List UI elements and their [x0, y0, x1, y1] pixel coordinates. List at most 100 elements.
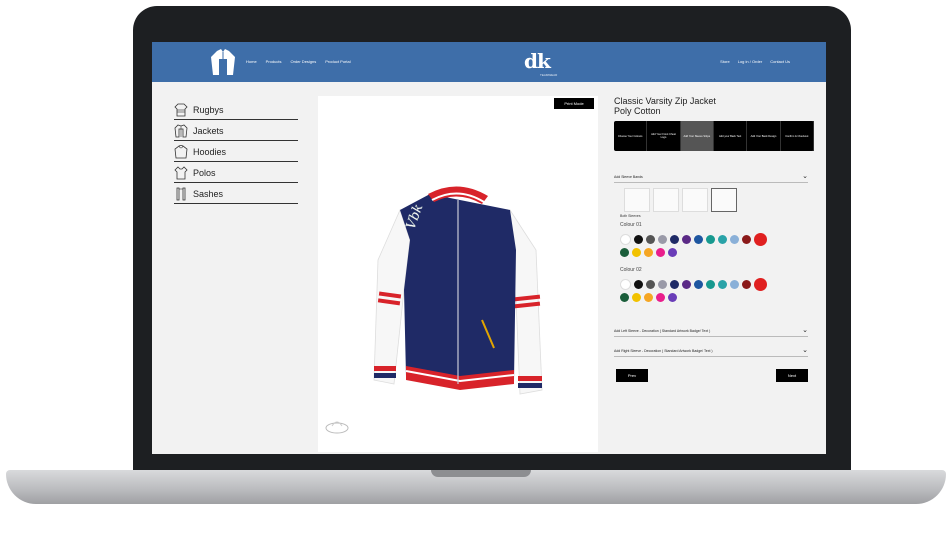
sidebar-item-hoodies[interactable]: Hoodies: [174, 142, 298, 162]
colour-swatch[interactable]: [656, 293, 665, 302]
sidebar-item-label: Jackets: [193, 125, 224, 136]
colour-02-swatches-row2: [620, 293, 677, 302]
colour-swatch[interactable]: [670, 235, 679, 244]
jacket-icon: [174, 124, 188, 137]
colour-02-label: Colour 02: [620, 267, 642, 273]
colour-swatch[interactable]: [730, 280, 739, 289]
sleeve-bands-label: Add Sleeve Bands: [614, 175, 643, 179]
chevron-down-icon: ⌄: [802, 327, 808, 334]
jacket-preview-image[interactable]: Vbk: [370, 170, 550, 410]
brand-subtitle: TEAMWEAR: [540, 73, 558, 77]
sidebar-item-sashes[interactable]: Sashes: [174, 184, 298, 204]
sidebar-item-label: Rugbys: [193, 104, 224, 115]
stripe-option[interactable]: [682, 188, 708, 212]
colour-02-swatches-row1: [620, 278, 767, 291]
colour-swatch[interactable]: [658, 235, 667, 244]
product-preview-canvas: Print Mode Vbk: [318, 96, 598, 452]
nav-link-login[interactable]: Log in / Order: [738, 59, 762, 64]
sash-icon: [176, 187, 186, 200]
laptop-base: [6, 470, 946, 504]
colour-swatch[interactable]: [656, 248, 665, 257]
sidebar-item-jackets[interactable]: Jackets: [174, 121, 298, 141]
colour-swatch[interactable]: [754, 278, 767, 291]
chevron-down-icon: ⌄: [802, 173, 808, 180]
colour-swatch[interactable]: [718, 235, 727, 244]
nav-link-product-portal[interactable]: Product Portal: [325, 59, 350, 64]
stripe-option[interactable]: [624, 188, 650, 212]
jacket-logo-icon[interactable]: [208, 48, 238, 76]
top-navbar: Home Products Order Designs Product Port…: [152, 42, 826, 82]
colour-swatch[interactable]: [620, 279, 631, 290]
rugby-shirt-icon: [174, 103, 188, 116]
colour-swatch[interactable]: [694, 280, 703, 289]
colour-swatch[interactable]: [620, 234, 631, 245]
tab-choose-colours[interactable]: Choose Your Colours: [614, 121, 648, 151]
colour-swatch[interactable]: [646, 235, 655, 244]
colour-swatch[interactable]: [682, 235, 691, 244]
colour-swatch[interactable]: [632, 293, 641, 302]
nav-right-links: Store Log in / Order Contact Us: [720, 59, 790, 64]
both-sleeves-label: Both Sleeves: [620, 214, 641, 218]
stripe-option[interactable]: [653, 188, 679, 212]
product-title: Classic Varsity Zip Jacket: [614, 96, 716, 106]
stripe-options: [624, 188, 737, 212]
colour-swatch[interactable]: [668, 248, 677, 257]
sidebar-item-label: Hoodies: [193, 146, 227, 157]
hoodie-icon: [174, 144, 188, 158]
sidebar-item-rugbys[interactable]: Rugbys: [174, 100, 298, 120]
colour-swatch[interactable]: [718, 280, 727, 289]
colour-swatch[interactable]: [694, 235, 703, 244]
tab-back-design[interactable]: Add Your Back Design: [747, 121, 781, 151]
app-screen: Home Products Order Designs Product Port…: [152, 42, 826, 454]
tab-back-text[interactable]: Add your Back Text: [714, 121, 748, 151]
colour-swatch[interactable]: [742, 280, 751, 289]
nav-link-order-designs[interactable]: Order Designs: [290, 59, 316, 64]
category-sidebar: Rugbys Jackets Hoodies Polos Sashes: [174, 100, 298, 205]
laptop-notch: [431, 470, 531, 477]
sidebar-item-label: Sashes: [193, 188, 224, 199]
colour-swatch[interactable]: [620, 248, 629, 257]
prev-button[interactable]: Prev: [616, 369, 648, 382]
next-button[interactable]: Next: [776, 369, 808, 382]
tab-sleeve-stripe[interactable]: Add Your Sleeve Stripe: [680, 121, 714, 151]
colour-swatch[interactable]: [620, 293, 629, 302]
nav-link-store[interactable]: Store: [720, 59, 730, 64]
colour-swatch[interactable]: [634, 280, 643, 289]
colour-01-swatches-row2: [620, 248, 677, 257]
colour-swatch[interactable]: [634, 235, 643, 244]
colour-swatch[interactable]: [754, 233, 767, 246]
left-sleeve-dropdown[interactable]: Add Left Sleeve - Decoration ( Standard …: [614, 326, 808, 337]
tab-confirm-checkout[interactable]: Confirm & Checkout: [781, 121, 814, 151]
brand-logo[interactable]: dk: [524, 49, 551, 73]
left-sleeve-label: Add Left Sleeve - Decoration ( Standard …: [614, 329, 711, 333]
sidebar-item-polos[interactable]: Polos: [174, 163, 298, 183]
nav-link-products[interactable]: Products: [266, 59, 282, 64]
colour-swatch[interactable]: [668, 293, 677, 302]
colour-swatch[interactable]: [706, 235, 715, 244]
colour-swatch[interactable]: [632, 248, 641, 257]
colour-swatch[interactable]: [646, 280, 655, 289]
chevron-down-icon: ⌄: [802, 347, 808, 354]
colour-swatch[interactable]: [682, 280, 691, 289]
nav-links: Home Products Order Designs Product Port…: [246, 59, 351, 64]
rotate-view-icon[interactable]: [324, 416, 350, 436]
customizer-steps: Choose Your Colours Add Your Front Chest…: [614, 121, 814, 151]
sleeve-bands-dropdown[interactable]: Add Sleeve Bands ⌄: [614, 172, 808, 183]
right-sleeve-label: Add Right Sleeve - Decoration ( Standard…: [614, 349, 713, 353]
stripe-option-selected[interactable]: [711, 188, 737, 212]
nav-link-contact[interactable]: Contact Us: [770, 59, 790, 64]
colour-swatch[interactable]: [644, 248, 653, 257]
right-sleeve-dropdown[interactable]: Add Right Sleeve - Decoration ( Standard…: [614, 346, 808, 357]
colour-swatch[interactable]: [706, 280, 715, 289]
colour-swatch[interactable]: [742, 235, 751, 244]
polo-icon: [174, 165, 188, 179]
colour-01-label: Colour 01: [620, 222, 642, 228]
print-mode-button[interactable]: Print Mode: [554, 98, 594, 109]
colour-swatch[interactable]: [670, 280, 679, 289]
nav-link-home[interactable]: Home: [246, 59, 257, 64]
colour-swatch[interactable]: [730, 235, 739, 244]
tab-front-chest-logo[interactable]: Add Your Front Chest Logo: [647, 121, 681, 151]
colour-swatch[interactable]: [658, 280, 667, 289]
colour-01-swatches-row1: [620, 233, 767, 246]
colour-swatch[interactable]: [644, 293, 653, 302]
